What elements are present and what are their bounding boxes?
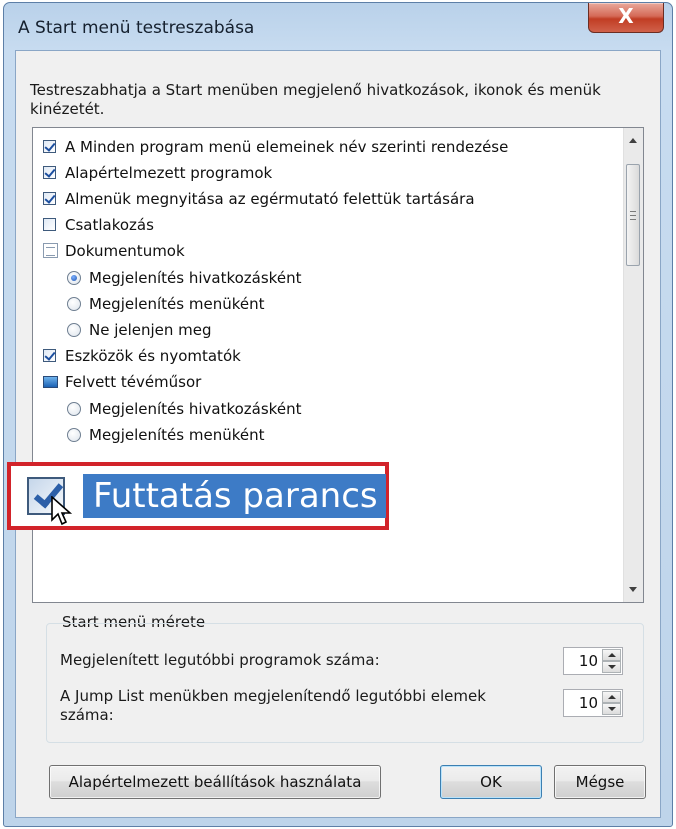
list-item-label: Almenük megnyitása az egérmutató felettü… xyxy=(65,190,475,208)
recent-programs-label: Megjelenített legutóbbi programok száma: xyxy=(60,651,380,669)
radio-button[interactable] xyxy=(67,297,81,311)
spin-down-arrow-icon[interactable] xyxy=(602,661,621,673)
scroll-thumb[interactable] xyxy=(626,164,640,266)
cancel-button[interactable]: Mégse xyxy=(554,765,646,799)
list-item-label: Megjelenítés hivatkozásként xyxy=(89,400,302,418)
title-bar: A Start menü testreszabása X xyxy=(4,3,672,51)
selected-radio-button[interactable] xyxy=(67,271,81,285)
spin-buttons xyxy=(602,649,621,673)
list-item-label: Megjelenítés hivatkozásként xyxy=(89,269,302,287)
radio-button[interactable] xyxy=(67,323,81,337)
list-item-label: Megjelenítés menüként xyxy=(89,426,265,444)
spin-buttons xyxy=(602,691,621,715)
start-menu-size-group xyxy=(46,623,644,743)
jump-list-label: A Jump List menükben megjelenítendő legu… xyxy=(60,687,486,724)
checked-checkbox[interactable] xyxy=(43,166,56,179)
radio-button[interactable] xyxy=(67,428,81,442)
dialog-client-area: Testreszabhatja a Start menüben megjelen… xyxy=(15,50,661,818)
customize-start-menu-dialog: A Start menü testreszabása X Testreszabh… xyxy=(3,2,673,827)
close-button[interactable]: X xyxy=(588,3,664,33)
list-item-label: Dokumentumok xyxy=(65,242,185,260)
list-item-label: Ne jelenjen meg xyxy=(89,321,212,339)
ok-button[interactable]: OK xyxy=(440,765,542,799)
grip-icon xyxy=(630,211,636,220)
spin-up-arrow-icon[interactable] xyxy=(602,691,621,703)
use-default-settings-button[interactable]: Alapértelmezett beállítások használata xyxy=(49,765,381,799)
jump-list-value[interactable]: 10 xyxy=(579,694,598,712)
mouse-pointer-icon xyxy=(51,496,73,526)
list-item-label: A Minden program menü elemeinek név szer… xyxy=(65,138,509,156)
checked-checkbox[interactable] xyxy=(43,140,56,153)
document-icon xyxy=(43,243,58,258)
list-item-label: Megjelenítés menüként xyxy=(89,295,265,313)
zoom-callout: Futtatás parancs xyxy=(7,462,389,530)
spin-up-arrow-icon[interactable] xyxy=(602,649,621,661)
recent-programs-stepper[interactable]: 10 xyxy=(563,647,623,675)
options-list[interactable]: A Minden program menü elemeinek név szer… xyxy=(32,127,644,603)
list-item-label: Csatlakozás xyxy=(65,216,154,234)
description-text: Testreszabhatja a Start menüben megjelen… xyxy=(30,81,601,118)
list-item-label: Eszközök és nyomtatók xyxy=(65,347,241,365)
list-item-label: Felvett tévéműsor xyxy=(65,373,202,391)
run-command-label-zoomed[interactable]: Futtatás parancs xyxy=(83,474,386,518)
vertical-scrollbar[interactable] xyxy=(623,128,643,602)
scroll-up-arrow-icon[interactable] xyxy=(629,138,637,143)
radio-button[interactable] xyxy=(67,402,81,416)
checked-checkbox[interactable] xyxy=(43,349,56,362)
checkbox[interactable] xyxy=(43,218,56,231)
list-item-label: Alapértelmezett programok xyxy=(65,164,273,182)
tv-icon xyxy=(43,376,58,388)
spin-down-arrow-icon[interactable] xyxy=(602,703,621,715)
jump-list-stepper[interactable]: 10 xyxy=(563,689,623,717)
recent-programs-value[interactable]: 10 xyxy=(579,652,598,670)
window-title: A Start menü testreszabása xyxy=(18,18,255,38)
checked-checkbox[interactable] xyxy=(43,192,56,205)
scroll-down-arrow-icon[interactable] xyxy=(629,587,637,592)
